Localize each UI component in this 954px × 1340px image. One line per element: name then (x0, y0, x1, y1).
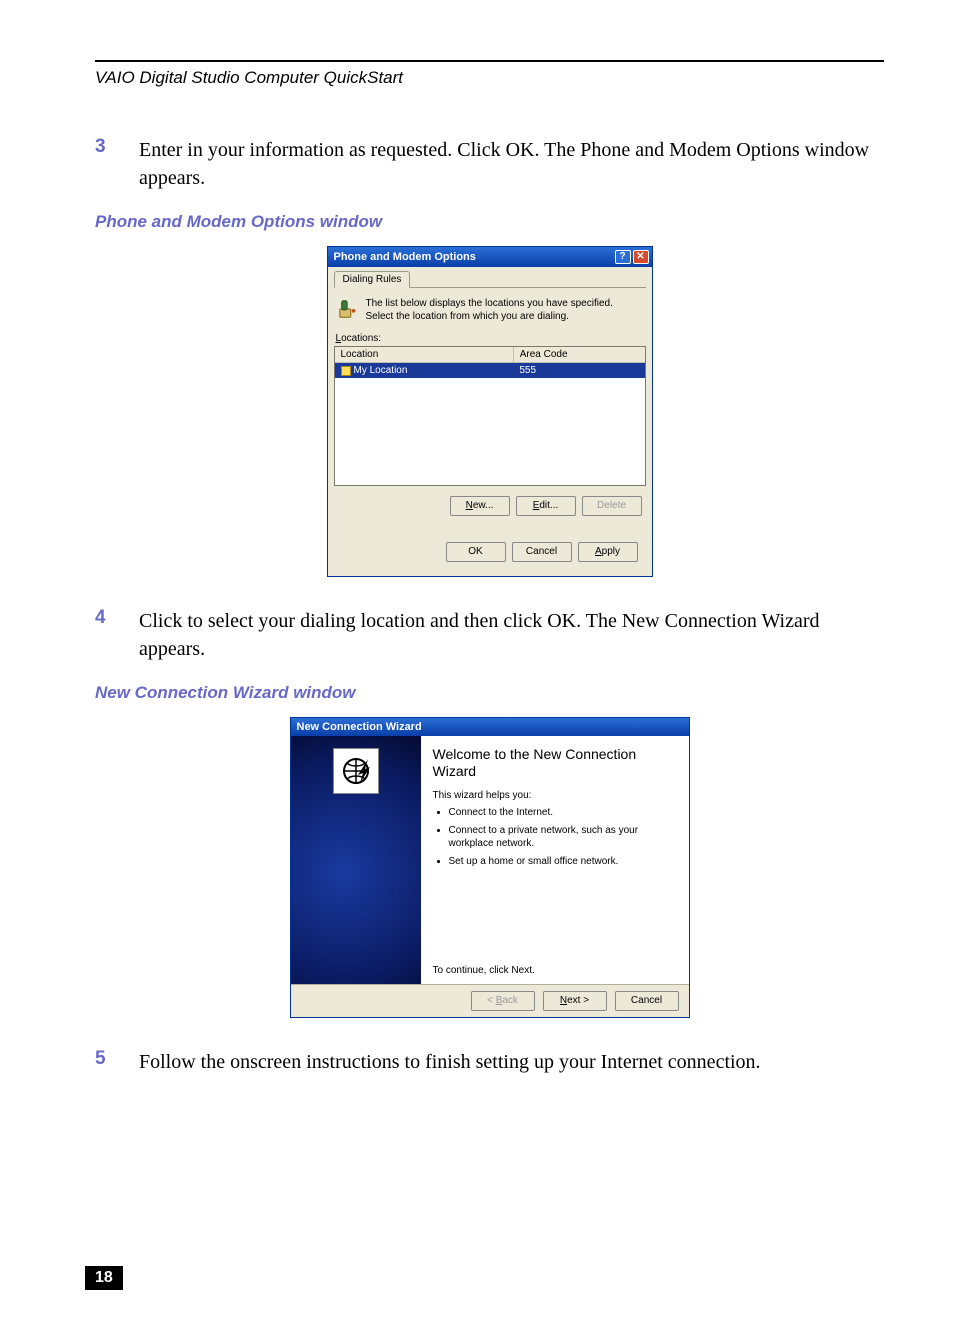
close-button[interactable]: ✕ (633, 250, 649, 264)
back-button[interactable]: < Back (471, 991, 535, 1011)
tab-dialing-rules[interactable]: Dialing Rules (334, 271, 411, 288)
wizard-heading: Welcome to the New Connection Wizard (433, 746, 677, 780)
wizard-side-image (291, 736, 421, 984)
doc-header: VAIO Digital Studio Computer QuickStart (95, 68, 884, 88)
step-3: 3 Enter in your information as requested… (95, 136, 884, 192)
row-area-code: 555 (513, 363, 644, 378)
list-header: Location Area Code (335, 347, 645, 363)
header-rule (95, 60, 884, 62)
wizard-dialog: New Connection Wizard Welcome to the New… (290, 717, 690, 1018)
help-button[interactable]: ? (615, 250, 631, 264)
connection-icon (333, 748, 379, 794)
ok-button[interactable]: OK (446, 542, 506, 562)
wizard-titlebar: New Connection Wizard (291, 718, 689, 736)
list-item: Set up a home or small office network. (449, 856, 677, 869)
edit-button[interactable]: Edit... (516, 496, 576, 516)
step-text: Enter in your information as requested. … (139, 136, 884, 192)
wizard-bullets: Connect to the Internet. Connect to a pr… (433, 807, 677, 875)
locations-label: Locations: (336, 333, 646, 344)
phone-modem-icon (338, 298, 360, 320)
delete-button[interactable]: Delete (582, 496, 642, 516)
next-button[interactable]: Next > (543, 991, 607, 1011)
wizard-figure: New Connection Wizard Welcome to the New… (95, 717, 884, 1018)
locations-list[interactable]: Location Area Code My Location 555 (334, 346, 646, 486)
page-number: 18 (85, 1266, 123, 1290)
dialog-title: Phone and Modem Options (334, 251, 476, 263)
wizard-continue-text: To continue, click Next. (433, 965, 677, 976)
dialog-description: The list below displays the locations yo… (366, 298, 642, 323)
step-number: 4 (95, 607, 111, 663)
wizard-subhead: This wizard helps you: (433, 790, 677, 801)
caption-wizard: New Connection Wizard window (95, 683, 884, 703)
list-item: Connect to a private network, such as yo… (449, 825, 677, 850)
step-5: 5 Follow the onscreen instructions to fi… (95, 1048, 884, 1076)
phone-modem-dialog: Phone and Modem Options ? ✕ Dialing Rule… (327, 246, 653, 577)
step-text: Click to select your dialing location an… (139, 607, 884, 663)
row-location: My Location (354, 365, 408, 376)
cancel-button[interactable]: Cancel (512, 542, 572, 562)
col-area-code[interactable]: Area Code (514, 347, 645, 362)
list-row-selected[interactable]: My Location 555 (335, 363, 645, 378)
caption-phone-modem: Phone and Modem Options window (95, 212, 884, 232)
step-text: Follow the onscreen instructions to fini… (139, 1048, 761, 1076)
location-icon (341, 366, 351, 376)
col-location[interactable]: Location (335, 347, 514, 362)
dialog-titlebar: Phone and Modem Options ? ✕ (328, 247, 652, 267)
step-4: 4 Click to select your dialing location … (95, 607, 884, 663)
step-number: 5 (95, 1048, 111, 1076)
new-button[interactable]: New... (450, 496, 510, 516)
step-number: 3 (95, 136, 111, 192)
dialog-tabs: Dialing Rules (334, 271, 646, 288)
phone-modem-figure: Phone and Modem Options ? ✕ Dialing Rule… (95, 246, 884, 577)
cancel-button[interactable]: Cancel (615, 991, 679, 1011)
apply-button[interactable]: Apply (578, 542, 638, 562)
list-item: Connect to the Internet. (449, 807, 677, 820)
